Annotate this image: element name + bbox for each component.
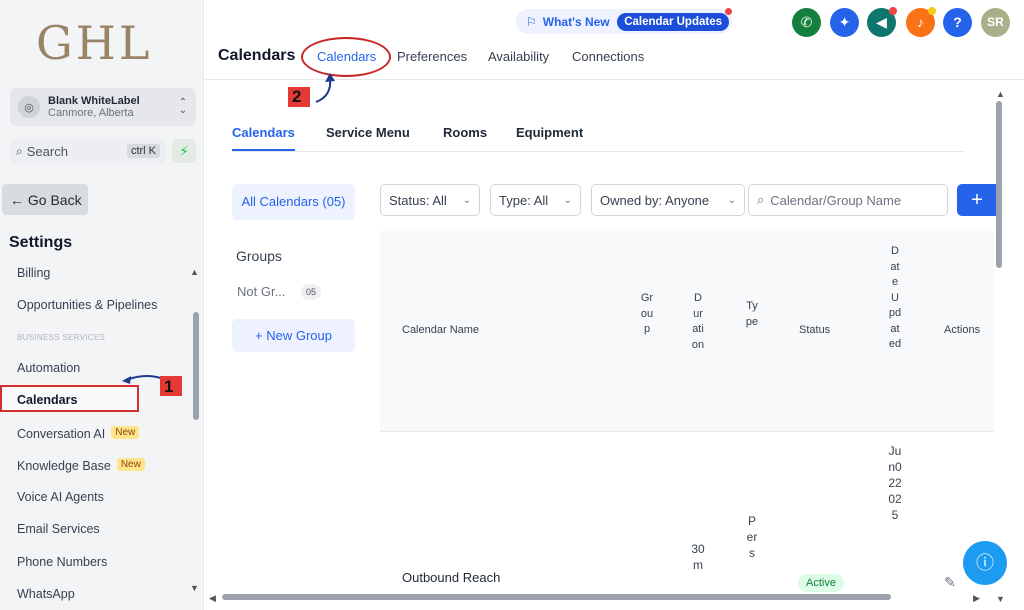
go-back-button[interactable]: ← Go Back [2, 184, 88, 215]
tab-service-menu[interactable]: Service Menu [326, 125, 410, 140]
notification-dot [725, 7, 732, 15]
calendar-name-cell[interactable]: Outbound Reach [402, 570, 500, 585]
search-icon: ⌕ [16, 143, 23, 158]
new-badge: New [111, 426, 140, 439]
new-badge: New [116, 458, 145, 471]
chevron-down-icon: ⌄ [563, 194, 572, 206]
owner-filter-label: Owned by: Anyone [600, 192, 710, 208]
tab-equipment[interactable]: Equipment [516, 125, 583, 140]
sidebar-item-conversation-ai[interactable]: Conversation AI New [17, 426, 140, 441]
notification-dot [889, 7, 897, 15]
whats-new-label: What's New [542, 14, 610, 29]
sidebar-item-phone-numbers[interactable]: Phone Numbers [17, 555, 107, 569]
column-header-status[interactable]: Status [799, 324, 830, 336]
sidebar: GHL ◎ Blank WhiteLabel Canmore, Alberta … [0, 0, 204, 610]
sidebar-item-billing[interactable]: Billing [17, 266, 50, 280]
tab-connections[interactable]: Connections [572, 49, 644, 64]
phone-icon[interactable]: ✆ [792, 8, 821, 37]
chevron-updown-icon: ⌃ ⌄ [178, 97, 188, 116]
megaphone-icon: ⚐ [526, 14, 537, 29]
groups-heading: Groups [236, 248, 282, 264]
whats-new-pill[interactable]: ⚐ What's New Calendar Updates [516, 7, 732, 34]
group-not-grouped[interactable]: Not Gr... [237, 284, 285, 299]
sidebar-item-knowledge-base[interactable]: Knowledge Base New [17, 458, 145, 473]
status-badge: Active [798, 574, 844, 592]
account-switcher[interactable]: ◎ Blank WhiteLabel Canmore, Alberta ⌃ ⌄ [10, 88, 196, 126]
help-icon[interactable]: ? [943, 8, 972, 37]
page-title: Calendars [218, 47, 296, 64]
company-logo: GHL [36, 16, 153, 70]
chevron-down-icon: ⌄ [727, 194, 736, 206]
column-header-date-updated[interactable]: Date Updated [888, 244, 902, 353]
announcement-icon[interactable]: ◀ [867, 7, 897, 37]
lightning-icon[interactable]: ⚡ [172, 139, 196, 163]
vertical-scrollbar[interactable] [996, 101, 1002, 268]
annotation-number-1: 1 [164, 377, 174, 396]
search-placeholder: Calendar/Group Name [770, 192, 902, 208]
notification-dot [928, 7, 936, 15]
sidebar-item-label: Conversation AI [17, 427, 106, 441]
column-header-calendar-name[interactable]: Calendar Name [402, 324, 479, 336]
sidebar-item-opportunities[interactable]: Opportunities & Pipelines [17, 298, 157, 312]
status-filter[interactable]: Status: All ⌄ [380, 184, 480, 216]
account-name: Blank WhiteLabel [48, 95, 140, 107]
column-header-type[interactable]: Type [745, 299, 759, 330]
sidebar-section-label: BUSINESS SERVICES [17, 333, 106, 342]
date-updated-cell: Jun022025 [888, 444, 902, 522]
column-header-actions: Actions [944, 324, 981, 336]
all-calendars-button[interactable]: All Calendars (05) [232, 184, 355, 220]
sidebar-item-automation[interactable]: Automation [17, 361, 80, 375]
settings-heading: Settings [9, 234, 73, 251]
scroll-down-arrow-icon[interactable]: ▼ [996, 594, 1005, 604]
search-shortcut: ctrl K [126, 144, 160, 158]
collapse-caret-icon[interactable]: ▲ [190, 267, 199, 277]
edit-icon[interactable]: ✎ [944, 574, 956, 591]
duration-cell: 30m [691, 542, 705, 572]
calendar-updates-label: Calendar Updates [624, 15, 722, 28]
search-icon: ⌕ [757, 192, 765, 207]
scroll-up-arrow-icon[interactable]: ▲ [996, 89, 1005, 99]
sidebar-item-email-services[interactable]: Email Services [17, 522, 100, 536]
status-filter-label: Status: All [389, 192, 447, 208]
ai-sparkle-icon[interactable]: ✦ [830, 8, 859, 37]
account-location: Canmore, Alberta [48, 107, 134, 119]
chat-support-icon[interactable]: ⓘ [963, 541, 1007, 585]
calendar-updates-button[interactable]: Calendar Updates [617, 7, 732, 31]
type-filter-label: Type: All [499, 192, 549, 208]
column-header-group[interactable]: Group [640, 291, 654, 338]
scroll-down-caret-icon[interactable]: ▼ [190, 583, 199, 593]
location-icon: ◎ [18, 96, 40, 118]
tabs-divider [232, 151, 964, 152]
tab-content-calendars[interactable]: Calendars [232, 125, 295, 140]
add-calendar-button[interactable]: + [957, 184, 997, 216]
type-cell: Pers [746, 514, 758, 560]
sidebar-item-voice-ai[interactable]: Voice AI Agents [17, 490, 104, 504]
sidebar-item-calendars[interactable]: Calendars [17, 393, 77, 407]
sidebar-item-whatsapp[interactable]: WhatsApp [17, 587, 75, 601]
tab-preferences[interactable]: Preferences [397, 49, 467, 64]
active-tab-indicator [232, 149, 295, 151]
tab-availability[interactable]: Availability [488, 49, 549, 64]
sidebar-item-label: Knowledge Base [17, 459, 111, 473]
avatar[interactable]: SR [981, 8, 1010, 37]
new-group-button[interactable]: + New Group [232, 319, 355, 352]
bell-icon[interactable]: ♪ [906, 7, 936, 37]
scroll-left-arrow-icon[interactable]: ◀ [209, 593, 216, 604]
search-label: Search [26, 143, 68, 159]
annotation-number-2: 2 [292, 87, 302, 106]
column-header-duration[interactable]: Duration [691, 291, 705, 353]
sidebar-scrollbar[interactable] [193, 312, 199, 420]
scroll-right-arrow-icon[interactable]: ▶ [973, 593, 980, 604]
horizontal-scrollbar[interactable] [222, 594, 891, 600]
chevron-down-icon: ⌄ [462, 194, 471, 206]
calendar-search-input[interactable]: ⌕ Calendar/Group Name [748, 184, 948, 216]
owner-filter[interactable]: Owned by: Anyone ⌄ [591, 184, 745, 216]
tab-rooms[interactable]: Rooms [443, 125, 487, 140]
type-filter[interactable]: Type: All ⌄ [490, 184, 581, 216]
group-count-badge: 05 [301, 284, 321, 300]
sidebar-search[interactable]: ⌕ Search ctrl K [10, 139, 166, 163]
